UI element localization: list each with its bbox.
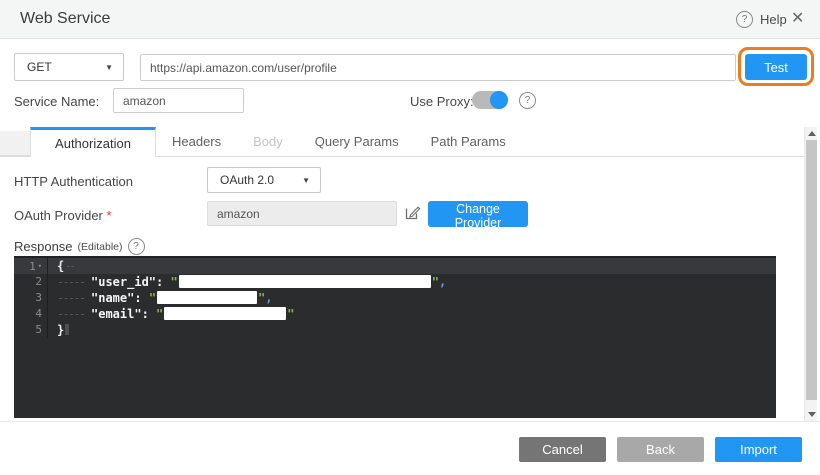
editor-line-4: 4 "email": "" [14,306,776,322]
chevron-down-icon: ▼ [105,63,113,72]
tab-path-params[interactable]: Path Params [415,128,522,156]
service-name-label: Service Name: [14,94,99,109]
help-icon[interactable]: ? [736,11,753,28]
tab-bar: Headers Body Query Params Path Params [156,128,522,156]
redaction-bar [179,275,431,288]
page-title: Web Service [20,10,110,28]
help-link[interactable]: ? Help [736,11,787,28]
chevron-down-icon: ▼ [302,176,310,185]
tab-headers[interactable]: Headers [156,128,237,156]
response-help-icon[interactable]: ? [128,238,145,255]
import-button[interactable]: Import [715,437,802,462]
editor-line-3: 3 "name": "", [14,290,776,306]
change-provider-button[interactable]: Change Provider [428,201,528,227]
use-proxy-toggle-thumb [490,91,508,109]
scroll-up-arrow[interactable] [805,127,818,140]
cancel-button[interactable]: Cancel [519,437,606,462]
response-code-editor[interactable]: 1▾ { 2 "user_id": "", 3 "name": "", 4 "e… [14,256,776,418]
http-authentication-label: HTTP Authentication [14,174,133,189]
proxy-help-icon[interactable]: ? [519,92,536,109]
method-select-value: GET [27,60,52,74]
line-number: 3 [14,290,48,306]
method-select[interactable]: GET ▼ [14,53,124,81]
help-label[interactable]: Help [760,12,787,27]
oauth-provider-input [207,201,397,226]
scrollbar-thumb[interactable] [806,140,817,400]
oauth-provider-label: OAuth Provider * [14,208,112,223]
close-icon[interactable]: ✕ [791,8,804,28]
redaction-bar [157,291,257,304]
fold-arrow-icon[interactable]: ▾ [38,262,42,270]
required-marker: * [107,208,112,223]
service-name-input[interactable] [113,88,244,113]
test-button[interactable]: Test [745,54,807,80]
editor-end-marker [65,324,69,335]
http-authentication-select[interactable]: OAuth 2.0 ▼ [207,167,321,193]
response-header: Response (Editable) ? [14,238,145,255]
line-number: 1▾ [14,258,48,274]
http-authentication-value: OAuth 2.0 [220,173,274,187]
line-number: 2 [14,274,48,290]
tab-authorization[interactable]: Authorization [30,127,156,157]
use-proxy-label: Use Proxy: [410,94,474,109]
vertical-scrollbar[interactable] [804,127,817,421]
line-number: 5 [14,322,48,338]
response-editable-label: (Editable) [78,241,123,253]
editor-line-2: 2 "user_id": "", [14,274,776,290]
redaction-bar [164,307,286,320]
tab-body[interactable]: Body [237,128,299,156]
edit-icon[interactable] [404,204,421,221]
tab-strip-left-edge [0,131,30,156]
tab-query-params[interactable]: Query Params [299,128,415,156]
line-number: 4 [14,306,48,322]
url-input[interactable] [140,54,736,81]
footer-divider [0,421,820,422]
scroll-down-arrow[interactable] [805,408,818,421]
editor-line-5: 5 } [14,322,776,338]
back-button[interactable]: Back [617,437,704,462]
response-label: Response [14,239,73,254]
editor-line-1: 1▾ { [14,258,776,274]
dialog-header [0,0,820,39]
use-proxy-toggle[interactable] [472,91,508,109]
